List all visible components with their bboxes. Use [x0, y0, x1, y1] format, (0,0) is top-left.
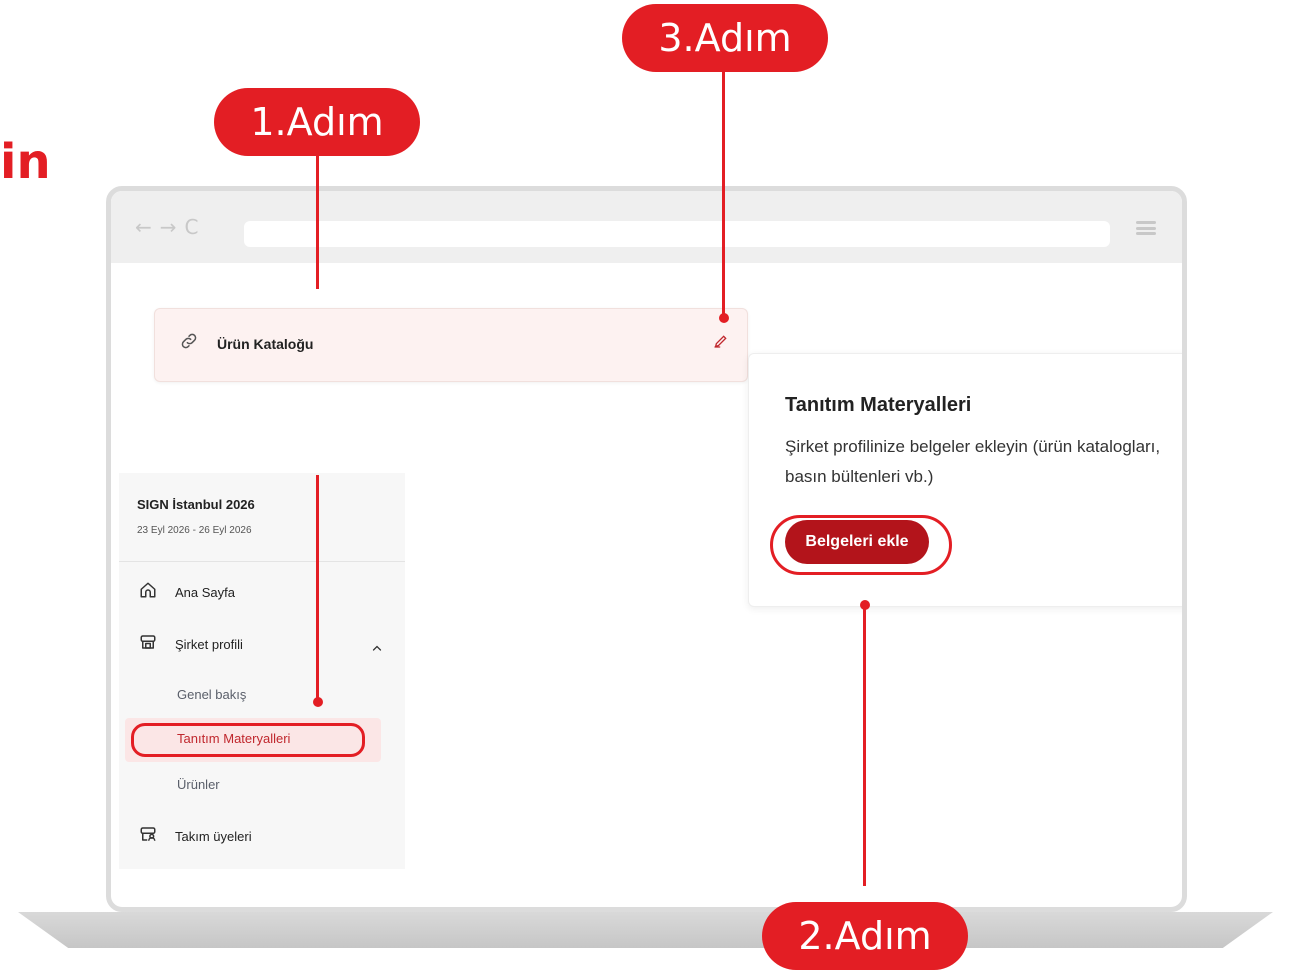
promo-description: Şirket profilinize belgeler ekleyin (ürü… — [785, 437, 1161, 486]
laptop-screen: ← → C Ürün Kataloğu Tanıtım Materyalleri… — [106, 186, 1187, 912]
sidebar-item-label: Ana Sayfa — [175, 585, 235, 600]
sidebar-item-label: Takım üyeleri — [175, 829, 252, 844]
home-icon — [137, 581, 159, 604]
arrow-right-icon[interactable]: → — [160, 215, 177, 239]
sidebar-subitem-products[interactable]: Ürünler — [177, 777, 220, 792]
event-dates: 23 Eyl 2026 - 26 Eyl 2026 — [137, 525, 252, 536]
sidebar-item-team-members[interactable]: Takım üyeleri — [137, 825, 252, 848]
url-bar[interactable] — [244, 221, 1110, 247]
step-3-connector — [722, 72, 725, 318]
button-highlight-outline — [770, 515, 952, 575]
sidebar-subitem-overview[interactable]: Genel bakış — [177, 687, 246, 702]
step-2-label: 2.Adım — [762, 902, 968, 970]
link-icon — [179, 331, 199, 357]
active-subitem-highlight-outline — [131, 723, 365, 757]
browser-nav-icons: ← → C — [135, 215, 199, 239]
page-heading-fragment: in — [0, 134, 51, 190]
product-catalog-card[interactable]: Ürün Kataloğu — [154, 308, 748, 382]
step-1-dot — [313, 697, 323, 707]
step-1-label: 1.Adım — [214, 88, 420, 156]
chevron-up-icon[interactable] — [371, 641, 383, 657]
event-info: SIGN İstanbul 2026 23 Eyl 2026 - 26 Eyl … — [119, 473, 405, 562]
reload-icon[interactable]: C — [185, 215, 199, 239]
step-3-dot — [719, 313, 729, 323]
team-icon — [137, 825, 159, 848]
store-icon — [137, 633, 159, 656]
event-name: SIGN İstanbul 2026 — [137, 497, 255, 512]
promo-title: Tanıtım Materyalleri — [785, 394, 972, 416]
step-1-connector-bottom — [316, 475, 319, 700]
sidebar: SIGN İstanbul 2026 23 Eyl 2026 - 26 Eyl … — [119, 473, 405, 869]
catalog-title: Ürün Kataloğu — [217, 336, 314, 352]
sidebar-item-home[interactable]: Ana Sayfa — [137, 581, 235, 604]
step-1-connector-top — [316, 156, 319, 289]
pencil-icon[interactable] — [713, 333, 729, 354]
sidebar-item-label: Şirket profili — [175, 637, 243, 652]
step-3-label: 3.Adım — [622, 4, 828, 72]
step-2-dot — [860, 600, 870, 610]
sidebar-item-company-profile[interactable]: Şirket profili — [137, 633, 243, 656]
laptop-base — [18, 912, 1273, 948]
hamburger-icon[interactable] — [1136, 221, 1156, 235]
step-2-connector — [863, 604, 866, 886]
arrow-left-icon[interactable]: ← — [135, 215, 152, 239]
browser-toolbar: ← → C — [111, 191, 1182, 263]
